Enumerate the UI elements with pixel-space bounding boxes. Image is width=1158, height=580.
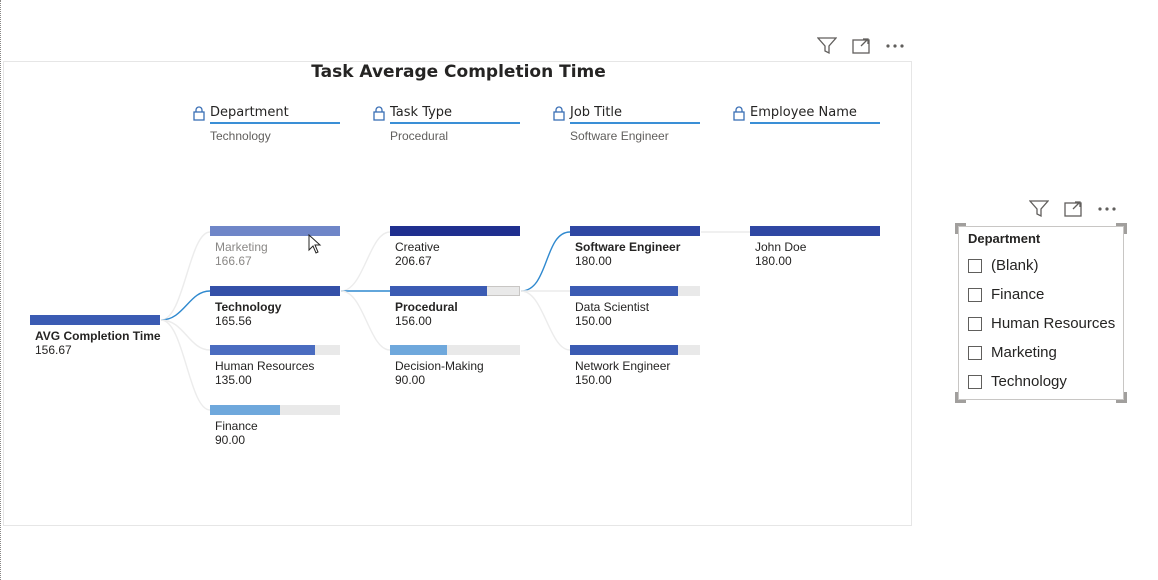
node-job-title-software-engineer[interactable]: Software Engineer 180.00 bbox=[570, 226, 700, 268]
node-job-title-data-scientist[interactable]: Data Scientist 150.00 bbox=[570, 286, 700, 328]
slicer-item-blank[interactable]: (Blank) bbox=[968, 257, 1039, 274]
node-bar-fill bbox=[390, 286, 487, 296]
node-bar-fill bbox=[390, 226, 520, 236]
node-label: Software Engineer bbox=[575, 240, 681, 254]
node-task-type-decision-making[interactable]: Decision-Making 90.00 bbox=[390, 345, 520, 387]
node-bar-fill bbox=[210, 345, 315, 355]
node-department-human-resources[interactable]: Human Resources 135.00 bbox=[210, 345, 340, 387]
slicer-item-label: Human Resources bbox=[991, 315, 1116, 332]
node-value: 180.00 bbox=[575, 254, 612, 268]
node-task-type-procedural[interactable]: Procedural 156.00 bbox=[390, 286, 520, 328]
mouse-cursor-icon bbox=[308, 233, 322, 258]
focus-mode-icon[interactable] bbox=[850, 37, 872, 55]
level-name: Job Title bbox=[570, 105, 700, 124]
filter-icon[interactable] bbox=[816, 37, 838, 55]
resize-handle[interactable] bbox=[1116, 223, 1127, 234]
node-label: Data Scientist bbox=[575, 300, 650, 314]
slicer-item-marketing[interactable]: Marketing bbox=[968, 344, 1057, 361]
node-label: Creative bbox=[395, 240, 440, 254]
decomposition-tree-visual[interactable]: Task Average Completion Time Department … bbox=[3, 61, 912, 526]
level-name: Task Type bbox=[390, 105, 520, 124]
level-selection: Technology bbox=[210, 129, 271, 143]
node-label: Procedural bbox=[395, 300, 458, 314]
resize-handle[interactable] bbox=[955, 392, 966, 403]
checkbox[interactable] bbox=[968, 258, 982, 273]
node-label: Network Engineer bbox=[575, 359, 671, 373]
root-node[interactable]: AVG Completion Time 156.67 bbox=[30, 315, 161, 357]
node-bar-fill bbox=[30, 315, 160, 325]
checkbox[interactable] bbox=[968, 316, 982, 331]
node-department-finance[interactable]: Finance 90.00 bbox=[210, 405, 340, 447]
node-value: 156.67 bbox=[35, 343, 72, 357]
slicer-item-label: (Blank) bbox=[991, 257, 1039, 274]
node-employee-john-doe[interactable]: John Doe 180.00 bbox=[750, 226, 880, 268]
checkbox[interactable] bbox=[968, 374, 982, 389]
node-label: John Doe bbox=[755, 240, 807, 254]
node-value: 156.00 bbox=[395, 314, 432, 328]
focus-mode-icon[interactable] bbox=[1062, 200, 1084, 218]
slicer-title: Department bbox=[968, 231, 1041, 246]
more-options-icon[interactable] bbox=[884, 37, 906, 55]
visual-header bbox=[816, 37, 906, 55]
node-value: 90.00 bbox=[395, 373, 426, 387]
level-selection: Procedural bbox=[390, 129, 449, 143]
level-header-employee-name[interactable]: Employee Name bbox=[733, 105, 880, 129]
resize-handle[interactable] bbox=[955, 223, 966, 234]
node-bar-fill bbox=[750, 226, 880, 236]
checkbox[interactable] bbox=[968, 287, 982, 302]
slicer-item-label: Finance bbox=[991, 286, 1045, 303]
node-bar-fill bbox=[210, 405, 280, 415]
department-slicer[interactable]: Department (Blank) Finance Human Resourc… bbox=[955, 223, 1127, 403]
node-department-technology[interactable]: Technology 165.56 bbox=[210, 286, 340, 328]
lock-icon[interactable] bbox=[553, 106, 565, 125]
node-value: 165.56 bbox=[215, 314, 252, 328]
node-label: Finance bbox=[215, 419, 258, 433]
node-task-type-creative[interactable]: Creative 206.67 bbox=[390, 226, 520, 268]
node-label: Decision-Making bbox=[395, 359, 484, 373]
lock-icon[interactable] bbox=[373, 106, 385, 125]
slicer-item-human-resources[interactable]: Human Resources bbox=[968, 315, 1115, 332]
resize-handle[interactable] bbox=[1116, 392, 1127, 403]
node-bar-fill bbox=[570, 226, 700, 236]
node-label: Technology bbox=[215, 300, 282, 314]
node-job-title-network-engineer[interactable]: Network Engineer 150.00 bbox=[570, 345, 700, 387]
node-bar-fill bbox=[570, 286, 678, 296]
level-header-department[interactable]: Department Technology bbox=[193, 105, 340, 143]
slicer-header bbox=[1028, 200, 1118, 218]
slicer-item-finance[interactable]: Finance bbox=[968, 286, 1044, 303]
level-header-job-title[interactable]: Job Title Software Engineer bbox=[553, 105, 700, 143]
node-value: 135.00 bbox=[215, 373, 252, 387]
filter-icon[interactable] bbox=[1028, 200, 1050, 218]
slicer-item-label: Technology bbox=[991, 373, 1067, 390]
node-value: 90.00 bbox=[215, 433, 246, 447]
more-options-icon[interactable] bbox=[1096, 200, 1118, 218]
node-value: 150.00 bbox=[575, 314, 612, 328]
node-value: 150.00 bbox=[575, 373, 612, 387]
node-value: 180.00 bbox=[755, 254, 792, 268]
node-bar-fill bbox=[570, 345, 678, 355]
lock-icon[interactable] bbox=[193, 106, 205, 125]
level-selection: Software Engineer bbox=[570, 129, 669, 143]
level-name: Employee Name bbox=[750, 105, 880, 124]
checkbox[interactable] bbox=[968, 345, 982, 360]
node-label: Human Resources bbox=[215, 359, 315, 373]
level-header-task-type[interactable]: Task Type Procedural bbox=[373, 105, 520, 143]
node-bar-fill bbox=[210, 286, 340, 296]
slicer-item-label: Marketing bbox=[991, 344, 1057, 361]
level-name: Department bbox=[210, 105, 340, 124]
slicer-item-technology[interactable]: Technology bbox=[968, 373, 1067, 390]
node-bar bbox=[30, 315, 160, 325]
lock-icon[interactable] bbox=[733, 106, 745, 125]
node-bar-fill bbox=[390, 345, 447, 355]
node-value: 206.67 bbox=[395, 254, 432, 268]
node-label: AVG Completion Time bbox=[35, 329, 161, 343]
